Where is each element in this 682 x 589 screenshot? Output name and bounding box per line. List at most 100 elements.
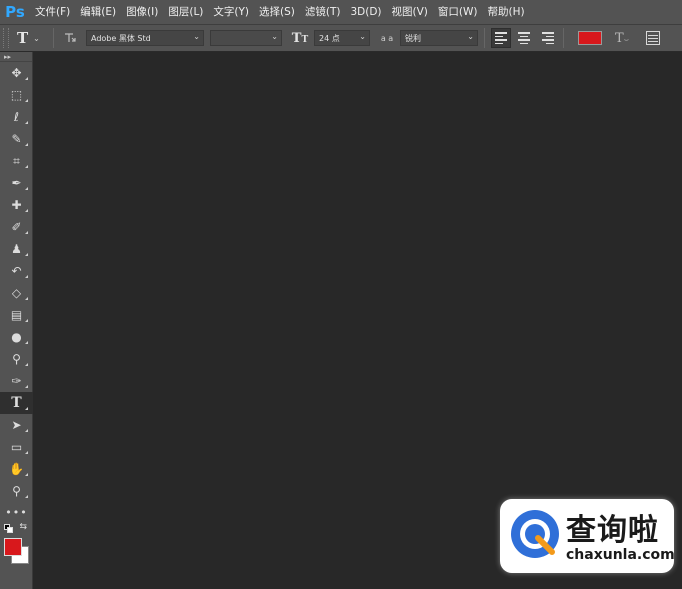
tool-group-indicator: [25, 385, 28, 388]
tools-panel: ▸▸ ✥ ⬚ ℓ ✎ ⌗ ✒ ✚ ✐ ♟ ↶ ◇ ▤ ● ⚲ ✑ T ➤ ▭ ✋ ⚲ ••• ⇆: [0, 52, 33, 589]
options-bar-grip[interactable]: [3, 28, 9, 48]
tool-group-indicator: [25, 407, 28, 410]
chevron-down-icon: ⌄: [271, 32, 278, 41]
move-icon: ✥: [11, 66, 22, 80]
divider: [484, 28, 485, 48]
font-size-icon: TT: [291, 30, 309, 46]
antialias-select[interactable]: 锐利 ⌄: [400, 30, 478, 46]
tool-group-indicator: [25, 275, 28, 278]
toggle-text-orientation-icon[interactable]: [60, 28, 80, 48]
hand-tool[interactable]: ✋: [0, 458, 33, 480]
brush-icon: ✐: [11, 220, 22, 234]
photoshop-logo: Ps: [5, 3, 25, 21]
align-left-button[interactable]: [491, 28, 511, 48]
dodge-tool[interactable]: ⚲: [0, 348, 33, 370]
menu-image[interactable]: 图像(I): [121, 0, 163, 24]
quick-selection-icon: ✎: [11, 132, 22, 146]
quick-selection-tool[interactable]: ✎: [0, 128, 33, 150]
menu-3d[interactable]: 3D(D): [345, 0, 386, 24]
gradient-icon: ▤: [10, 308, 23, 322]
pen-tool[interactable]: ✑: [0, 370, 33, 392]
tool-group-indicator: [25, 231, 28, 234]
chevron-down-icon: ⌄: [33, 33, 40, 43]
swap-colors-icon[interactable]: ⇆: [19, 522, 27, 532]
zoom-icon: ⚲: [12, 484, 21, 498]
lasso-tool[interactable]: ℓ: [0, 106, 33, 128]
rectangular-marquee-tool[interactable]: ⬚: [0, 84, 33, 106]
chevron-down-icon: ⌄: [359, 32, 366, 41]
tool-group-indicator: [25, 363, 28, 366]
tool-list: ✥ ⬚ ℓ ✎ ⌗ ✒ ✚ ✐ ♟ ↶ ◇ ▤ ● ⚲ ✑ T ➤ ▭ ✋ ⚲: [0, 62, 33, 502]
eraser-tool[interactable]: ◇: [0, 282, 33, 304]
rectangle-tool[interactable]: ▭: [0, 436, 33, 458]
dodge-icon: ⚲: [12, 352, 21, 366]
tool-group-indicator: [25, 77, 28, 80]
healing-brush-tool[interactable]: ✚: [0, 194, 33, 216]
lasso-icon: ℓ: [14, 110, 19, 124]
font-size-value: 24 点: [319, 33, 340, 43]
font-size-select[interactable]: 24 点 ⌄: [314, 30, 370, 46]
align-center-button[interactable]: [514, 28, 534, 48]
align-right-button[interactable]: [537, 28, 557, 48]
tool-group-indicator: [25, 143, 28, 146]
menu-filter[interactable]: 滤镜(T): [300, 0, 346, 24]
menu-edit[interactable]: 编辑(E): [75, 0, 121, 24]
rectangle-icon: ▭: [10, 440, 23, 454]
font-family-select[interactable]: Adobe 黑体 Std ⌄: [86, 30, 204, 46]
eraser-icon: ◇: [11, 286, 22, 300]
healing-brush-icon: ✚: [11, 198, 22, 212]
tool-group-indicator: [25, 495, 28, 498]
default-colors-bg-icon: [7, 527, 13, 533]
menu-view[interactable]: 视图(V): [387, 0, 433, 24]
tool-group-indicator: [25, 121, 28, 124]
watermark: 查询啦 chaxunla.com: [500, 499, 674, 573]
font-family-value: Adobe 黑体 Std: [91, 33, 151, 43]
blur-icon: ●: [11, 330, 22, 344]
tool-group-indicator: [25, 253, 28, 256]
path-selection-tool[interactable]: ➤: [0, 414, 33, 436]
menu-file[interactable]: 文件(F): [30, 0, 75, 24]
tool-group-indicator: [25, 473, 28, 476]
menu-type[interactable]: 文字(Y): [208, 0, 254, 24]
type-icon: T: [11, 395, 22, 411]
blur-tool[interactable]: ●: [0, 326, 33, 348]
clone-stamp-tool[interactable]: ♟: [0, 238, 33, 260]
crop-tool[interactable]: ⌗: [0, 150, 33, 172]
divider: [563, 28, 564, 48]
text-color-swatch[interactable]: [578, 31, 602, 45]
brush-tool[interactable]: ✐: [0, 216, 33, 238]
clone-stamp-icon: ♟: [11, 242, 22, 256]
path-selection-icon: ➤: [11, 418, 22, 432]
crop-icon: ⌗: [13, 153, 20, 168]
collapse-toolbar-icon[interactable]: ▸▸: [0, 52, 32, 62]
hand-icon: ✋: [9, 462, 24, 476]
tool-group-indicator: [25, 99, 28, 102]
warp-text-icon[interactable]: T⌣: [612, 31, 632, 46]
tool-group-indicator: [25, 341, 28, 344]
type-tool[interactable]: T: [0, 392, 33, 414]
font-style-select[interactable]: ⌄: [210, 30, 282, 46]
divider: [53, 28, 54, 48]
more-tools-icon[interactable]: •••: [0, 502, 33, 522]
character-panel-icon[interactable]: [646, 31, 660, 45]
foreground-color-swatch[interactable]: [4, 538, 22, 556]
menu-help[interactable]: 帮助(H): [483, 0, 530, 24]
tool-group-indicator: [25, 319, 28, 322]
menu-layer[interactable]: 图层(L): [163, 0, 208, 24]
antialias-icon: a a: [380, 33, 394, 43]
move-tool[interactable]: ✥: [0, 62, 33, 84]
gradient-tool[interactable]: ▤: [0, 304, 33, 326]
history-brush-tool[interactable]: ↶: [0, 260, 33, 282]
menu-window[interactable]: 窗口(W): [433, 0, 483, 24]
zoom-tool[interactable]: ⚲: [0, 480, 33, 502]
watermark-url: chaxunla.com: [566, 547, 674, 563]
tool-preset-picker[interactable]: T ⌄: [17, 29, 47, 47]
eyedropper-tool[interactable]: ✒: [0, 172, 33, 194]
chevron-down-icon: ⌄: [193, 32, 200, 41]
tool-group-indicator: [25, 297, 28, 300]
text-tool-icon: T: [17, 29, 29, 47]
chevron-down-icon: ⌄: [467, 32, 474, 41]
rectangular-marquee-icon: ⬚: [10, 88, 23, 102]
menu-select[interactable]: 选择(S): [254, 0, 300, 24]
antialias-value: 锐利: [405, 33, 421, 43]
